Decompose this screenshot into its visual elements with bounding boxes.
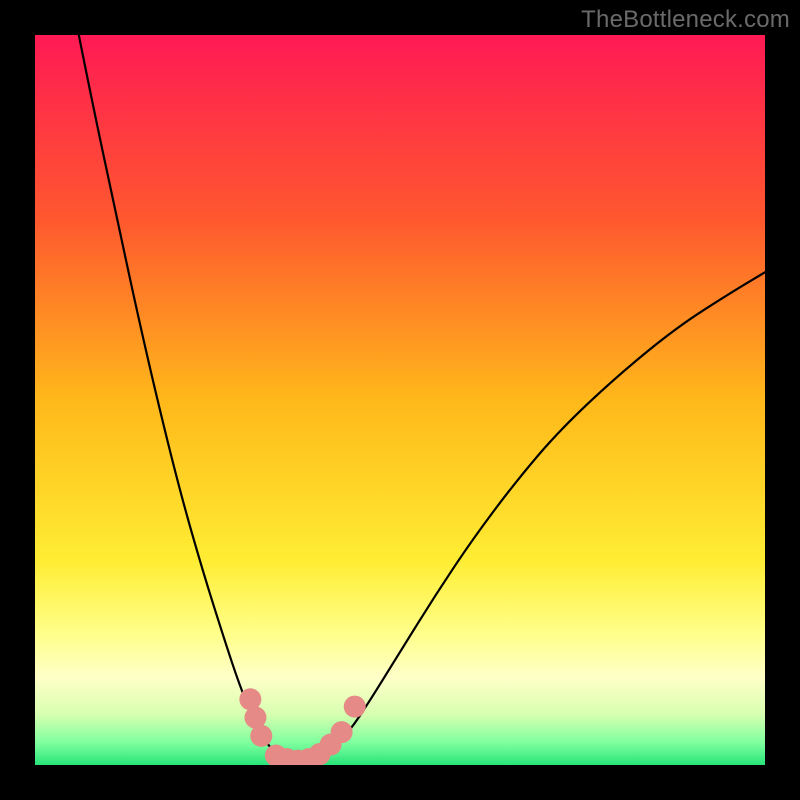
chart-svg <box>35 35 765 765</box>
marker-dot <box>250 725 272 747</box>
chart-frame: TheBottleneck.com <box>0 0 800 800</box>
marker-dot <box>331 721 353 743</box>
plot-area <box>35 35 765 765</box>
marker-dot <box>344 696 366 718</box>
watermark-text: TheBottleneck.com <box>581 6 790 34</box>
chart-background <box>35 35 765 765</box>
